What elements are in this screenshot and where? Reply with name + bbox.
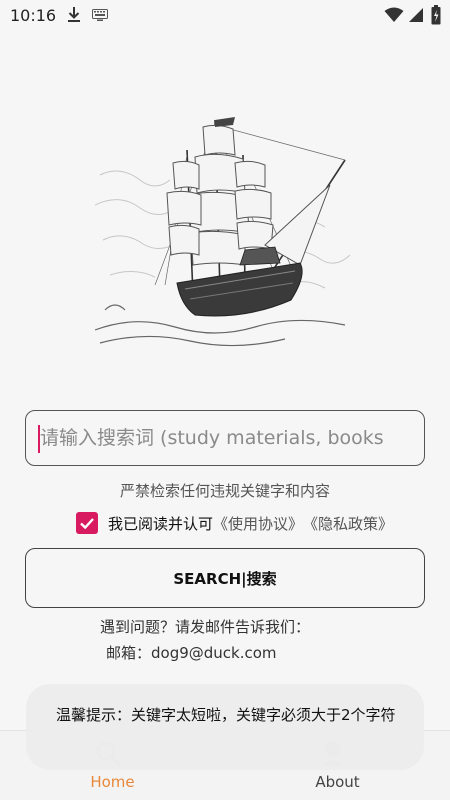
- status-time: 10:16: [10, 6, 57, 25]
- warning-text: 严禁检索任何违规关键字和内容: [119, 482, 330, 500]
- privacy-link[interactable]: 《隐私政策》: [303, 513, 393, 534]
- keyboard-icon: [92, 9, 108, 21]
- toast-message: 温馨提示：关键字太短啦，关键字必须大于2个字符: [26, 684, 424, 770]
- download-icon: [68, 7, 80, 22]
- screen: 10:16 请输入搜索词 (study materials, books 严禁检…: [0, 0, 450, 800]
- contact-email[interactable]: 邮箱：dog9@duck.com: [106, 642, 277, 663]
- battery-icon: [431, 5, 441, 25]
- terms-link[interactable]: 《使用协议》: [213, 513, 303, 534]
- ship-illustration: [95, 117, 351, 347]
- status-bar: 10:16: [0, 0, 450, 32]
- search-input[interactable]: [40, 411, 424, 465]
- help-text: 遇到问题？请发邮件告诉我们：: [100, 618, 311, 636]
- checkmark-icon: [80, 518, 94, 530]
- agreement-row: 我已阅读并认可 《使用协议》 《隐私政策》: [76, 510, 393, 536]
- wifi-icon: [384, 7, 404, 22]
- agree-checkbox[interactable]: [76, 512, 98, 534]
- agreement-label: 我已阅读并认可: [108, 514, 214, 533]
- nav-home-label: Home: [90, 773, 135, 791]
- nav-about-label: About: [315, 773, 360, 791]
- search-box[interactable]: [25, 410, 425, 466]
- signal-icon: [409, 8, 423, 22]
- search-button[interactable]: SEARCH|搜索: [25, 548, 425, 608]
